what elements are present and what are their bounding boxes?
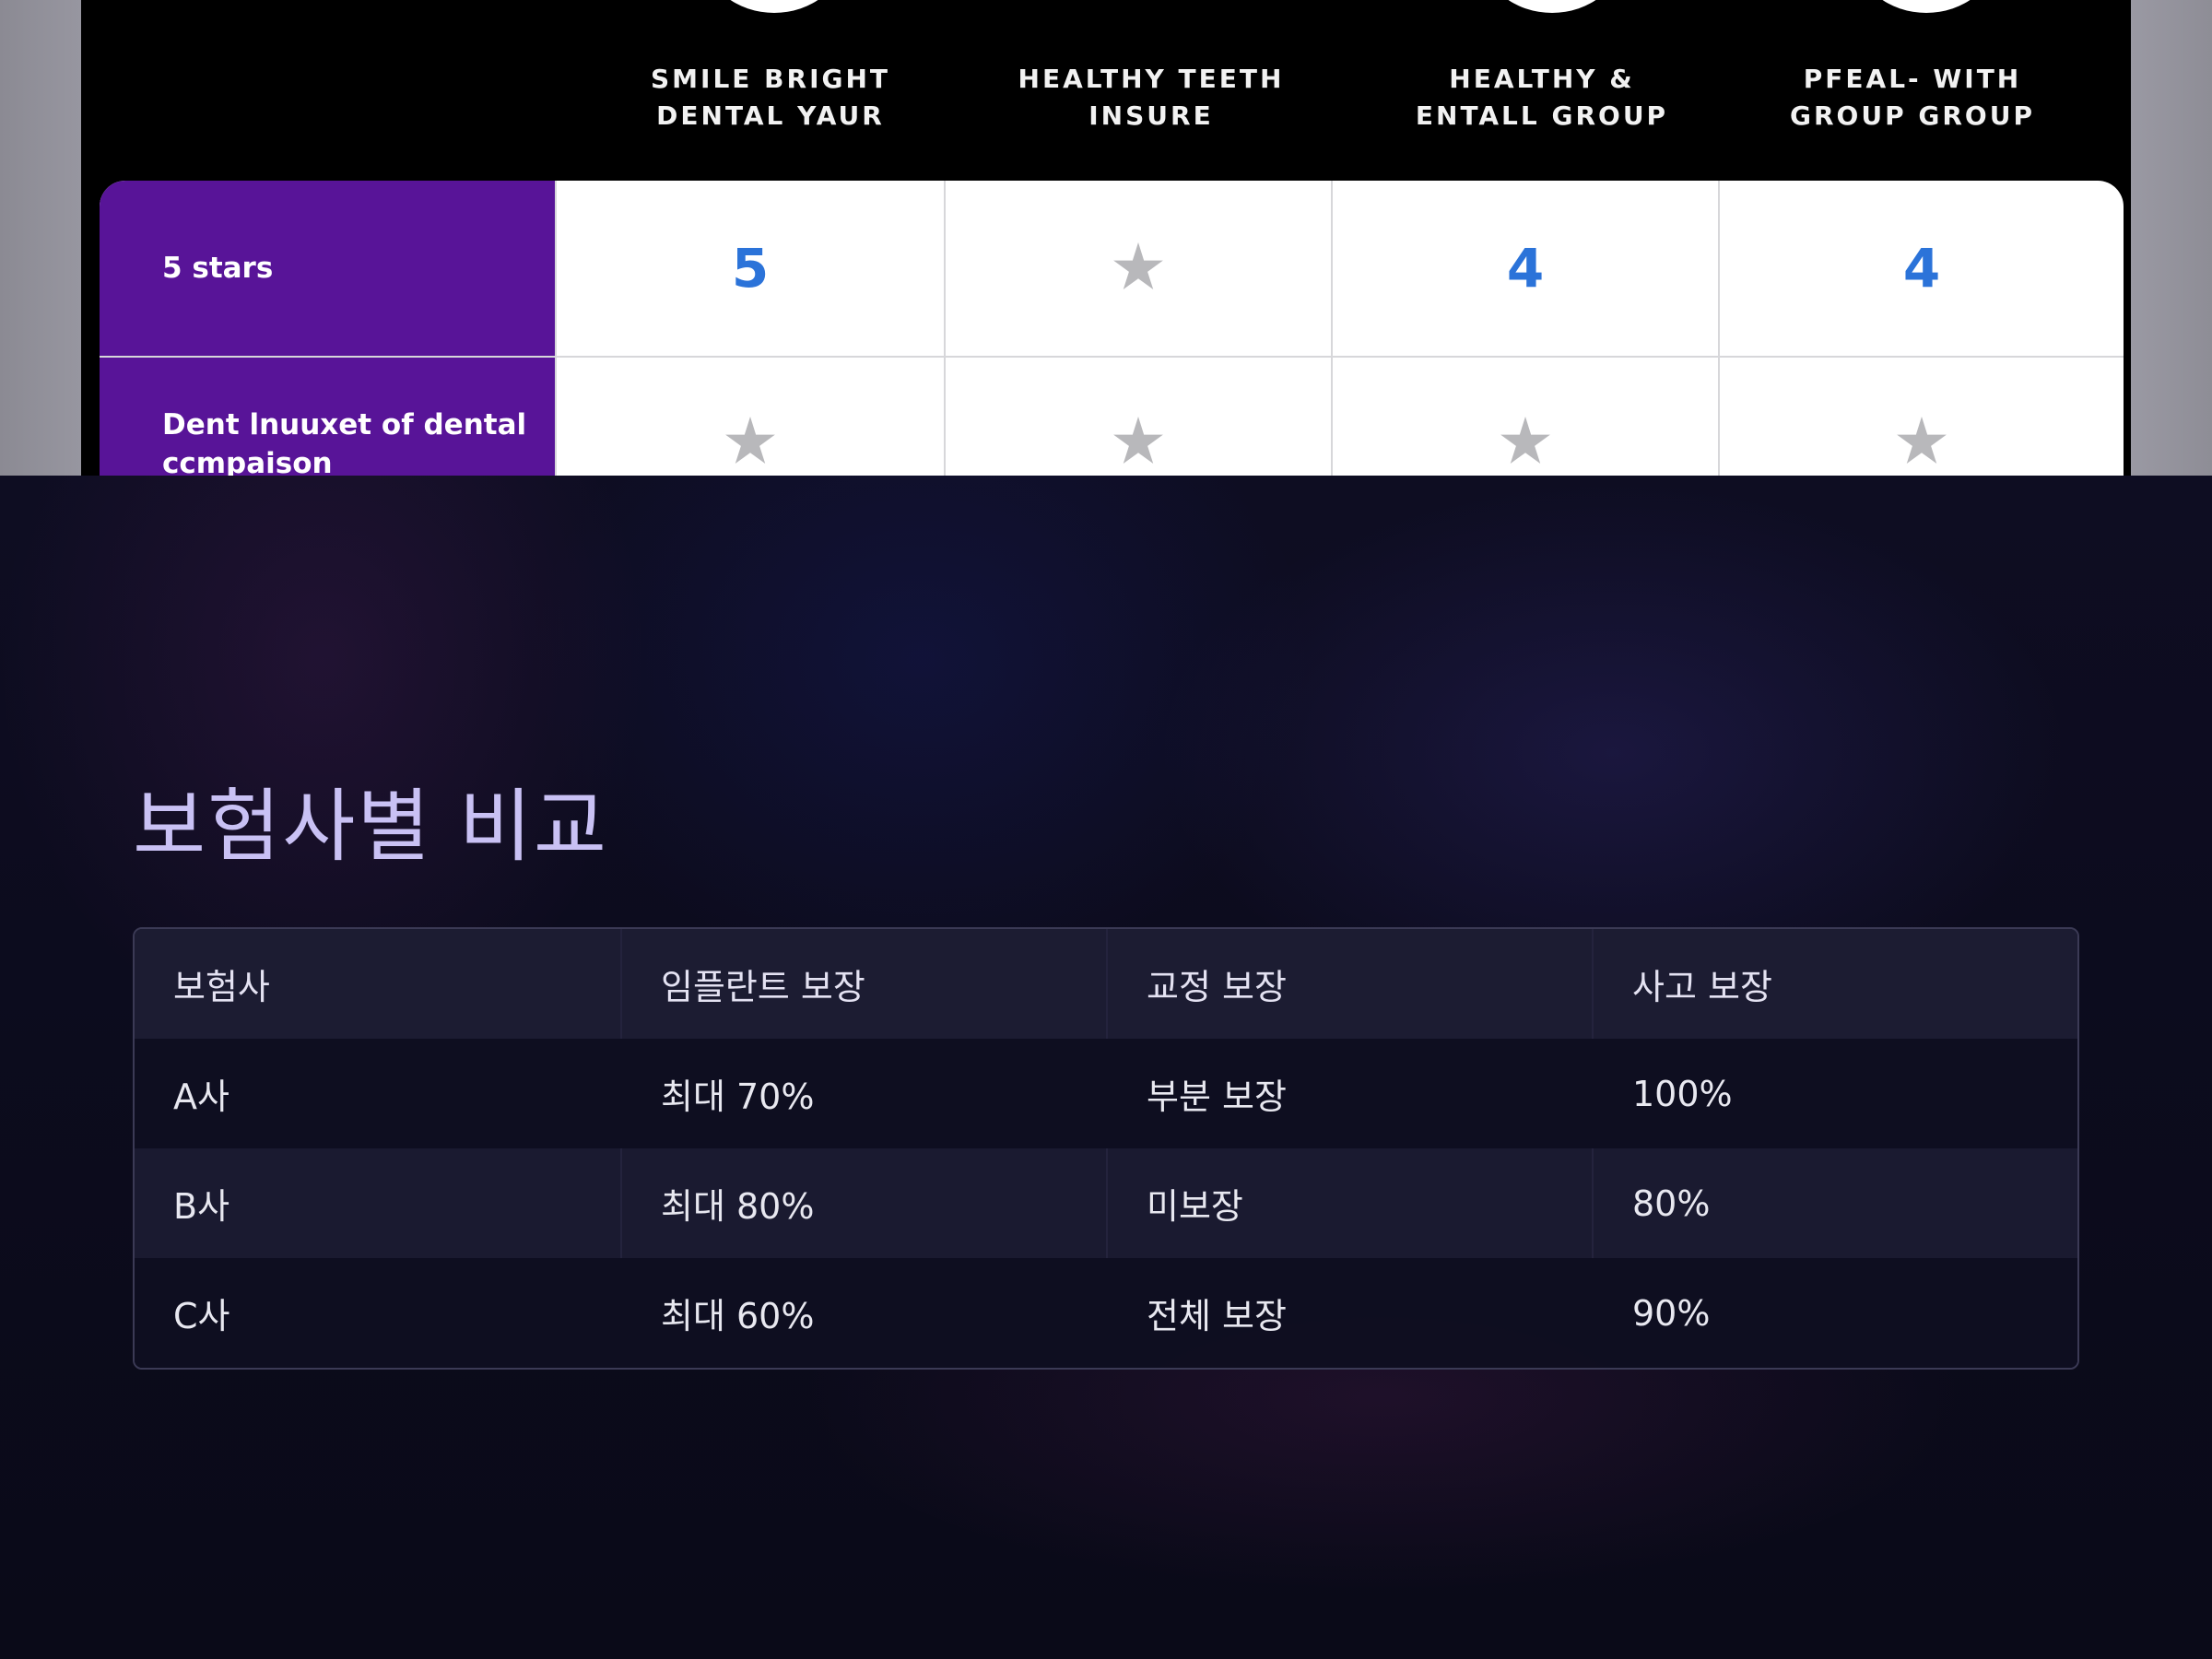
company-header: HEALTHY & ENTALL GROUP <box>1415 64 1669 131</box>
rating-cell <box>1718 358 2124 476</box>
rating-row-label: Dent lnuuxet of dental ccmpaison <box>100 358 555 476</box>
table-row: A사 최대 70% 부분 보장 100% <box>135 1039 2077 1148</box>
table-header-cell: 사고 보장 <box>1592 929 2077 1039</box>
table-cell: 최대 60% <box>661 1296 815 1336</box>
table-cell: 미보장 <box>1106 1148 1592 1258</box>
table-cell: 최대 80% <box>620 1148 1106 1258</box>
rating-number: 4 <box>1902 237 1941 300</box>
table-cell: C사 <box>173 1296 230 1336</box>
company-logo <box>1857 0 1995 13</box>
table-cell: 100% <box>1632 1073 1733 1114</box>
company-logo <box>1483 0 1621 13</box>
star-icon <box>1500 417 1550 464</box>
rating-number: 5 <box>731 237 770 300</box>
rating-row-label: 5 stars <box>100 181 555 356</box>
page-title: 보험사별 비교 <box>133 781 609 873</box>
rating-cell <box>555 358 944 476</box>
rating-cell: 5 <box>555 181 944 356</box>
star-icon <box>725 417 775 464</box>
rating-cell <box>1331 358 1718 476</box>
company-logo <box>705 0 843 13</box>
star-icon <box>1113 417 1163 464</box>
slide: 보험사별 비교 보험사 임플란트 보장 교정 보장 사고 보장 A사 최대 70… <box>0 476 2212 1659</box>
table-row: C사 최대 60% 전체 보장 90% <box>135 1258 2077 1368</box>
table-cell: B사 <box>173 1186 230 1227</box>
rating-table: 5 stars 5 4 4 Dent lnuuxet of dental ccm… <box>100 181 2124 476</box>
rating-row: Dent lnuuxet of dental ccmpaison <box>100 358 2124 476</box>
rating-row: 5 stars 5 4 4 <box>100 181 2124 358</box>
table-header-cell: 교정 보장 <box>1106 929 1592 1039</box>
table-cell: 최대 70% <box>661 1077 815 1117</box>
table-cell: 전체 보장 <box>1147 1296 1287 1336</box>
table-cell: 부분 보장 <box>1147 1077 1287 1117</box>
rating-cell <box>944 181 1331 356</box>
insurer-comparison-table: 보험사 임플란트 보장 교정 보장 사고 보장 A사 최대 70% 부분 보장 … <box>133 927 2079 1370</box>
table-header-row: 보험사 임플란트 보장 교정 보장 사고 보장 <box>135 929 2077 1039</box>
table-cell: A사 <box>173 1077 229 1117</box>
comparison-image: SMILE BRIGHT DENTAL YAUR HEALTHY TEETH I… <box>0 0 2212 476</box>
rating-cell <box>944 358 1331 476</box>
table-cell: 80% <box>1592 1148 2077 1258</box>
table-header-cell: 임플란트 보장 <box>620 929 1106 1039</box>
company-header: SMILE BRIGHT DENTAL YAUR <box>651 64 890 131</box>
table-cell: 90% <box>1632 1292 1711 1334</box>
rating-number: 4 <box>1506 237 1545 300</box>
table-header-cell: 보험사 <box>173 967 270 1007</box>
company-header: PFEAL- WITH GROUP GROUP <box>1790 64 2035 131</box>
company-header: HEALTHY TEETH INSURE <box>1018 64 1285 131</box>
rating-cell: 4 <box>1718 181 2124 356</box>
star-icon <box>1113 242 1163 289</box>
star-icon <box>1897 417 1947 464</box>
rating-cell: 4 <box>1331 181 1718 356</box>
table-row: B사 최대 80% 미보장 80% <box>135 1148 2077 1258</box>
